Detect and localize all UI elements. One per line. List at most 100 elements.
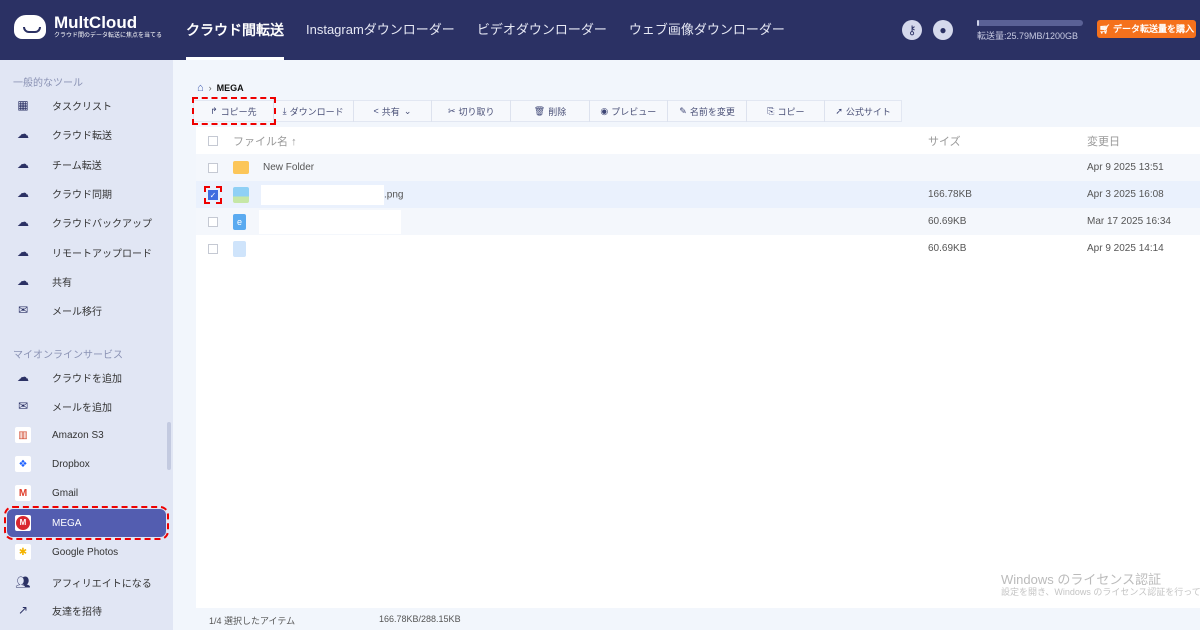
top-header: MultCloud クラウド間のデータ転送に焦点を当てる クラウド間転送 Ins… <box>0 0 1200 60</box>
file-name[interactable]: New Folder <box>263 162 314 173</box>
chevron-right-icon: › <box>208 83 212 93</box>
sidebar-item-cloud-sync[interactable]: ☁ クラウド同期 <box>7 179 166 207</box>
image-file-icon <box>233 186 249 203</box>
column-modified[interactable]: 変更日 <box>1087 133 1120 149</box>
external-link-icon: ↗ <box>17 603 29 617</box>
sidebar-item-google-photos[interactable]: ✱ Google Photos <box>7 538 166 566</box>
label: リモートアップロード <box>52 248 152 260</box>
table-row[interactable]: ✓ .png 166.78KB Apr 3 2025 16:08 <box>196 181 1200 208</box>
key-icon[interactable]: ⚷ <box>902 20 922 40</box>
file-name[interactable]: .png <box>261 184 403 205</box>
size-status: 166.78KB/288.15KB <box>379 614 461 624</box>
nav-instagram-downloader[interactable]: Instagramダウンローダー <box>306 0 455 60</box>
copy-to-button[interactable]: ↱ コピー先 <box>192 97 276 125</box>
label: アフィリエイトになる <box>52 578 152 590</box>
label: クラウド同期 <box>52 189 112 201</box>
copy-button[interactable]: ⎘ コピー <box>747 100 826 122</box>
team-transfer-icon: ☁ <box>17 157 29 171</box>
add-email-icon: ✉ <box>17 399 29 413</box>
section-online-services: マイオンラインサービス <box>13 350 123 361</box>
arrow-icon: ➚ <box>835 105 843 116</box>
sync-icon: ☁ <box>17 186 29 200</box>
web-file-icon: e <box>233 213 246 230</box>
cloud-logo-icon <box>14 15 46 39</box>
label: 共有 <box>52 277 72 289</box>
sidebar-item-affiliate[interactable]: 👥︎ アフィリエイトになる <box>7 568 166 596</box>
dropbox-icon: ❖ <box>15 456 31 472</box>
label: 切り取り <box>458 106 495 117</box>
label: Google Photos <box>52 546 119 558</box>
file-name[interactable] <box>259 209 401 234</box>
download-icon: ⤓ <box>282 105 287 116</box>
sidebar-item-cloud-backup[interactable]: ☁ クラウドバックアップ <box>7 208 166 236</box>
share-icon: ☁ <box>17 274 29 288</box>
rename-button[interactable]: ✎ 名前を変更 <box>668 100 748 122</box>
nav-cloud-transfer[interactable]: クラウド間転送 <box>186 0 284 60</box>
sidebar-item-add-email[interactable]: ✉ メールを追加 <box>7 392 166 420</box>
main-nav: クラウド間転送 Instagramダウンローダー ビデオダウンローダー ウェブ画… <box>186 0 807 60</box>
delete-button[interactable]: 🗑︎ 削除 <box>511 100 590 122</box>
label: 削除 <box>548 106 567 117</box>
download-button[interactable]: ⤓ ダウンロード <box>274 100 354 122</box>
file-size: 166.78KB <box>928 189 972 200</box>
sidebar-item-cloud-transfer[interactable]: ☁ クラウド転送 <box>7 120 166 148</box>
column-name[interactable]: ファイル名 ↑ <box>233 133 297 149</box>
eye-icon: ◉ <box>600 105 609 116</box>
sidebar-item-task-list[interactable]: ▦ タスクリスト <box>7 91 166 119</box>
sidebar-item-dropbox[interactable]: ❖ Dropbox <box>7 450 166 478</box>
label: MEGA <box>52 517 82 529</box>
label: コピー <box>777 106 805 117</box>
sidebar-item-remote-upload[interactable]: ☁ リモートアップロード <box>7 238 166 266</box>
quota-text: 転送量:25.79MB/1200GB <box>977 31 1079 41</box>
row-checkbox[interactable] <box>208 243 218 254</box>
table-row[interactable]: e 60.69KB Mar 17 2025 16:34 <box>196 208 1200 235</box>
label: 共有 <box>381 106 400 117</box>
row-checkbox[interactable]: ✓ <box>204 185 222 204</box>
nav-web-image-downloader[interactable]: ウェブ画像ダウンローダー <box>629 0 785 60</box>
user-icon[interactable]: ● <box>933 20 953 40</box>
mega-icon: M <box>15 515 31 531</box>
share-icon: < <box>373 106 379 116</box>
label: Amazon S3 <box>52 429 104 441</box>
row-checkbox[interactable] <box>208 216 218 227</box>
file-date: Apr 9 2025 14:14 <box>1087 243 1164 254</box>
official-site-button[interactable]: ➚ 公式サイト <box>825 100 901 122</box>
share-button[interactable]: < 共有 ⌄ <box>354 100 433 122</box>
sidebar-item-invite-friends[interactable]: ↗ 友達を招待 <box>7 596 166 624</box>
row-checkbox[interactable] <box>208 162 218 173</box>
selection-status: 1/4 選択したアイテム <box>209 616 296 626</box>
table-header: ファイル名 ↑ サイズ 変更日 <box>196 127 1200 154</box>
forward-arrow-icon: ↱ <box>210 105 218 116</box>
cart-icon: 🛒︎ <box>1099 24 1113 34</box>
backup-icon: ☁ <box>17 215 29 229</box>
nav-video-downloader[interactable]: ビデオダウンローダー <box>477 0 607 60</box>
sidebar-scrollbar[interactable] <box>167 422 171 470</box>
table-row[interactable]: 60.69KB Apr 9 2025 14:14 <box>196 235 1200 262</box>
table-row[interactable]: New Folder Apr 9 2025 13:51 <box>196 154 1200 181</box>
column-size[interactable]: サイズ <box>928 133 961 149</box>
select-all-checkbox[interactable] <box>208 135 218 146</box>
file-list: ファイル名 ↑ サイズ 変更日 New Folder Apr 9 2025 13… <box>196 127 1200 608</box>
label: クラウド転送 <box>52 130 112 142</box>
breadcrumb: ⌂ › MEGA <box>197 82 244 94</box>
amazon-s3-icon: ▥ <box>15 427 31 443</box>
logo-subtitle: クラウド間のデータ転送に焦点を当てる <box>54 33 163 39</box>
folder-icon <box>233 161 249 174</box>
breadcrumb-current[interactable]: MEGA <box>217 83 244 93</box>
home-icon[interactable]: ⌂ <box>197 82 204 94</box>
sidebar-item-add-cloud[interactable]: ☁ クラウドを追加 <box>7 363 166 391</box>
sidebar-item-team-transfer[interactable]: ☁ チーム転送 <box>7 150 166 178</box>
label: クラウドを追加 <box>52 373 122 385</box>
preview-button[interactable]: ◉ プレビュー <box>590 100 668 122</box>
sidebar-item-share[interactable]: ☁ 共有 <box>7 267 166 295</box>
label: Dropbox <box>52 458 90 470</box>
sidebar-item-email-migration[interactable]: ✉ メール移行 <box>7 296 166 324</box>
gmail-icon: M <box>15 485 31 501</box>
buy-transfer-button[interactable]: 🛒︎ データ転送量を購入 <box>1097 20 1196 38</box>
sidebar-item-gmail[interactable]: M Gmail <box>7 479 166 507</box>
logo[interactable]: MultCloud クラウド間のデータ転送に焦点を当てる <box>14 14 162 40</box>
label: ファイル名 <box>233 135 288 148</box>
sidebar-item-mega[interactable]: M MEGA <box>4 506 169 540</box>
cut-button[interactable]: ✂ 切り取り <box>432 100 512 122</box>
sidebar-item-amazon-s3[interactable]: ▥ Amazon S3 <box>7 421 166 449</box>
